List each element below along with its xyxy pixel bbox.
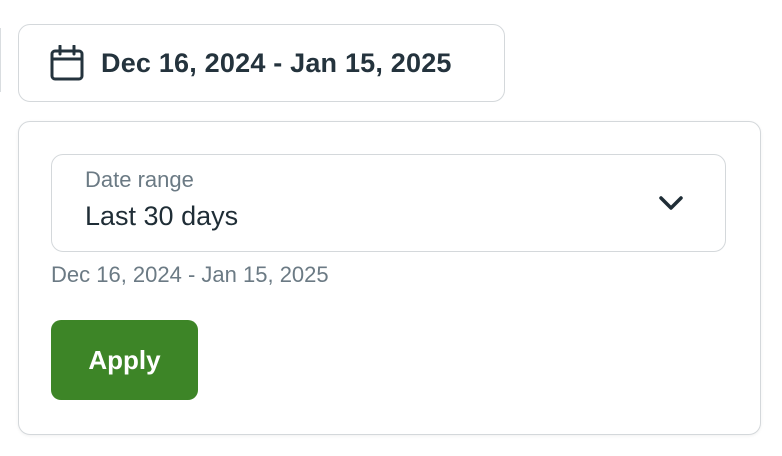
- calendar-icon: [49, 45, 85, 81]
- date-range-trigger-button[interactable]: Dec 16, 2024 - Jan 15, 2025: [18, 24, 505, 102]
- date-range-popover: Date range Last 30 days Dec 16, 2024 - J…: [18, 121, 761, 435]
- chevron-down-icon: [657, 189, 685, 217]
- date-range-trigger-label: Dec 16, 2024 - Jan 15, 2025: [101, 47, 452, 78]
- apply-button[interactable]: Apply: [51, 320, 198, 400]
- adjacent-divider: [0, 28, 1, 92]
- selected-range-text: Dec 16, 2024 - Jan 15, 2025: [51, 262, 329, 287]
- date-range-select-value: Last 30 days: [85, 201, 239, 231]
- date-range-select[interactable]: Date range Last 30 days: [51, 154, 726, 252]
- date-range-select-caption: Date range: [85, 167, 194, 192]
